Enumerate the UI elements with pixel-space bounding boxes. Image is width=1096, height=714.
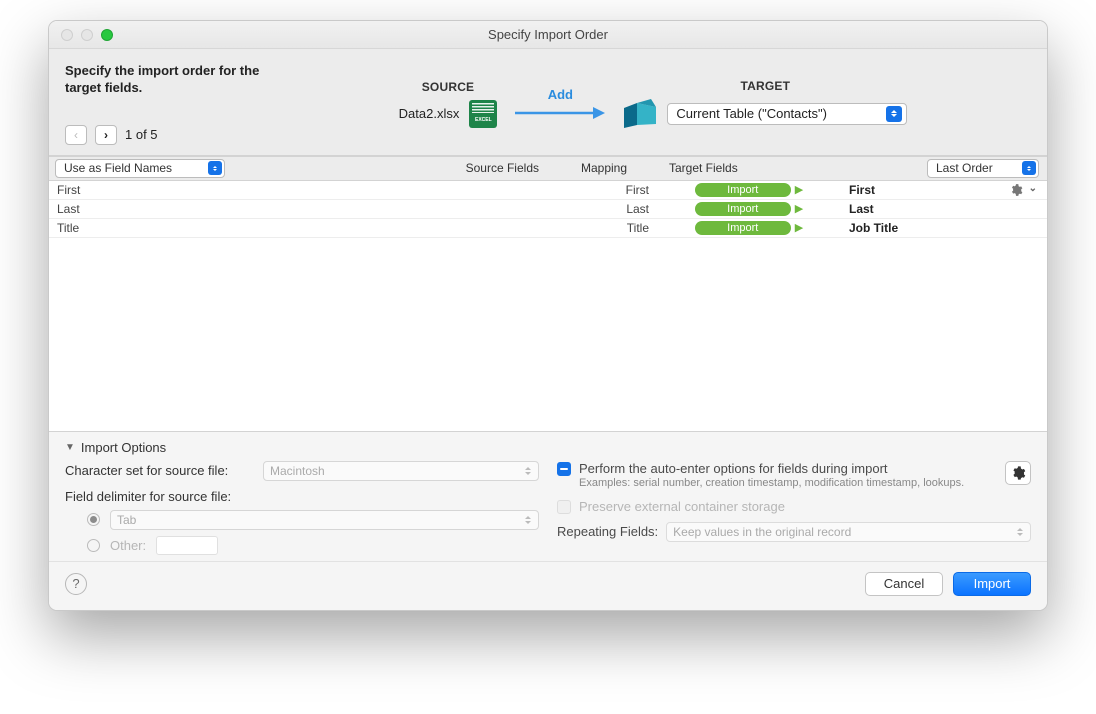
table-row[interactable]: TitleTitle Import ▶ Job Title bbox=[49, 219, 1047, 238]
charset-label: Character set for source file: bbox=[65, 463, 255, 478]
header-area: Specify the import order for the target … bbox=[49, 49, 1047, 156]
chevron-right-icon: ▶ bbox=[795, 221, 803, 234]
excel-file-icon bbox=[469, 100, 497, 128]
chevron-down-icon[interactable]: ⌄ bbox=[1029, 183, 1037, 197]
autoenter-settings-button[interactable] bbox=[1005, 461, 1031, 485]
arrow-right-icon bbox=[515, 106, 605, 120]
add-mapping-arrow[interactable]: Add bbox=[515, 87, 605, 120]
source-filename: Data2.xlsx bbox=[399, 106, 460, 121]
chevron-updown-icon bbox=[522, 464, 534, 478]
charset-select: Macintosh bbox=[263, 461, 539, 481]
import-options-header[interactable]: ▼ Import Options bbox=[65, 440, 1031, 455]
field-name: Last bbox=[49, 202, 549, 216]
mapping-pill: Import bbox=[695, 202, 791, 216]
target-field: First⌄ bbox=[839, 183, 1047, 197]
use-as-field-names-select[interactable]: Use as Field Names bbox=[55, 159, 225, 178]
window-title: Specify Import Order bbox=[49, 27, 1047, 42]
autoenter-checkbox[interactable] bbox=[557, 462, 571, 476]
delimiter-other-label: Other: bbox=[110, 538, 146, 553]
col-mapping: Mapping bbox=[549, 161, 659, 175]
disclosure-triangle-icon: ▼ bbox=[65, 442, 75, 453]
instruction-text: Specify the import order for the target … bbox=[65, 63, 265, 97]
target-label: TARGET bbox=[741, 79, 791, 93]
use-as-value: Use as Field Names bbox=[64, 161, 172, 175]
source-target-panel: SOURCE Data2.xlsx Add TARGET bbox=[275, 63, 1031, 145]
gear-icon bbox=[1010, 465, 1026, 481]
delimiter-tab-select: Tab bbox=[110, 510, 539, 530]
sort-order-select[interactable]: Last Order bbox=[927, 159, 1039, 178]
col-source-fields: Source Fields bbox=[466, 161, 549, 175]
mapping-table: FirstFirstImport▶First⌄LastLastImport▶La… bbox=[49, 181, 1047, 431]
sort-order-value: Last Order bbox=[936, 161, 993, 175]
col-target-fields: Target Fields bbox=[659, 161, 738, 175]
record-count: 1 of 5 bbox=[125, 127, 158, 142]
dialog-window: Specify Import Order Specify the import … bbox=[48, 20, 1048, 611]
chevron-updown-icon bbox=[522, 513, 534, 527]
mapping-cell[interactable]: Import ▶ bbox=[659, 202, 839, 216]
chevron-updown-icon bbox=[1014, 525, 1026, 539]
filemaker-folder-icon bbox=[623, 99, 657, 129]
chevron-updown-icon bbox=[1022, 161, 1036, 175]
target-field: Job Title bbox=[839, 221, 1047, 235]
chevron-right-icon: ▶ bbox=[795, 202, 803, 215]
mapping-pill: Import bbox=[695, 183, 791, 197]
chevron-updown-icon bbox=[208, 161, 222, 175]
source-field: Last bbox=[549, 202, 659, 216]
preserve-storage-checkbox bbox=[557, 500, 571, 514]
dialog-footer: ? Cancel Import bbox=[49, 561, 1047, 610]
preserve-storage-label: Preserve external container storage bbox=[579, 499, 785, 514]
source-label: SOURCE bbox=[422, 80, 475, 94]
field-name: Title bbox=[49, 221, 549, 235]
delimiter-other-radio bbox=[87, 539, 100, 552]
help-button[interactable]: ? bbox=[65, 573, 87, 595]
mapping-pill: Import bbox=[695, 221, 791, 235]
delimiter-tab-value: Tab bbox=[117, 513, 136, 527]
add-label: Add bbox=[548, 87, 573, 102]
field-name: First bbox=[49, 183, 549, 197]
column-header: Use as Field Names Source Fields Mapping… bbox=[49, 156, 1047, 181]
autoenter-examples: Examples: serial number, creation timest… bbox=[579, 476, 995, 491]
charset-value: Macintosh bbox=[270, 464, 325, 478]
target-table-select[interactable]: Current Table ("Contacts") bbox=[667, 103, 907, 125]
import-button[interactable]: Import bbox=[953, 572, 1031, 596]
prev-record-button[interactable]: ‹ bbox=[65, 125, 87, 145]
mapping-cell[interactable]: Import ▶ bbox=[659, 221, 839, 235]
source-field: Title bbox=[549, 221, 659, 235]
source-field: First bbox=[549, 183, 659, 197]
import-options-section: ▼ Import Options Character set for sourc… bbox=[49, 431, 1047, 561]
source-block: SOURCE Data2.xlsx bbox=[399, 80, 498, 128]
titlebar: Specify Import Order bbox=[49, 21, 1047, 49]
repeating-fields-select: Keep values in the original record bbox=[666, 522, 1031, 542]
cancel-button[interactable]: Cancel bbox=[865, 572, 943, 596]
target-block: TARGET Current Table ("Contacts") bbox=[623, 79, 907, 129]
next-record-button[interactable]: › bbox=[95, 125, 117, 145]
repeating-fields-label: Repeating Fields: bbox=[557, 524, 658, 539]
delimiter-label: Field delimiter for source file: bbox=[65, 489, 539, 504]
target-table-value: Current Table ("Contacts") bbox=[676, 106, 827, 121]
import-options-title: Import Options bbox=[81, 440, 166, 455]
record-nav: ‹ › 1 of 5 bbox=[65, 125, 265, 145]
chevron-updown-icon bbox=[886, 106, 902, 122]
delimiter-tab-radio bbox=[87, 513, 100, 526]
table-row[interactable]: FirstFirst Import ▶ First⌄ bbox=[49, 181, 1047, 200]
gear-icon[interactable] bbox=[1009, 183, 1023, 197]
autoenter-label: Perform the auto-enter options for field… bbox=[579, 461, 888, 476]
delimiter-other-input bbox=[156, 536, 218, 555]
chevron-right-icon: ▶ bbox=[795, 183, 803, 196]
mapping-cell[interactable]: Import ▶ bbox=[659, 183, 839, 197]
repeating-fields-value: Keep values in the original record bbox=[673, 525, 851, 539]
target-field: Last bbox=[839, 202, 1047, 216]
table-row[interactable]: LastLastImport▶Last bbox=[49, 200, 1047, 219]
